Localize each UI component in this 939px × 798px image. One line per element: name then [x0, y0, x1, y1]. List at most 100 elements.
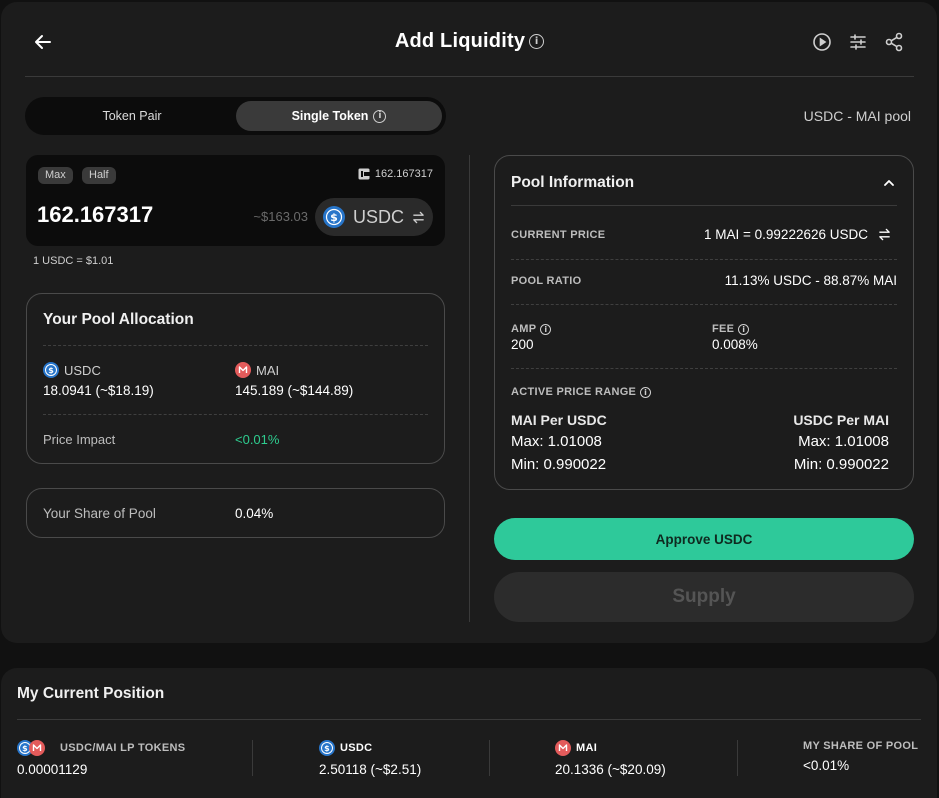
position-column-divider	[737, 740, 738, 776]
svg-text:$: $	[48, 366, 54, 375]
usdc-per-mai-heading: USDC Per MAI	[793, 412, 889, 428]
dashed-divider	[511, 368, 897, 369]
info-icon[interactable]: i	[529, 34, 545, 49]
position-share: MY SHARE OF POOL <0.01%	[803, 740, 918, 773]
tab-single-token-label: Single Token	[291, 109, 369, 123]
info-icon[interactable]: i	[738, 323, 750, 335]
usdc-icon: $	[323, 206, 345, 228]
amount-input[interactable]	[37, 202, 237, 228]
mode-toggle: Token Pair Single Token i	[25, 97, 446, 135]
lp-tokens-label: USDC/MAI LP TOKENS	[60, 742, 186, 754]
wallet-balance-value: 162.167317	[374, 168, 433, 180]
pool-name: USDC - MAI pool	[803, 108, 911, 124]
play-circle-icon[interactable]	[810, 30, 834, 54]
share-icon[interactable]	[882, 30, 906, 54]
position-share-label: MY SHARE OF POOL	[803, 740, 919, 752]
allocation-usdc-symbol: USDC	[64, 362, 101, 378]
active-price-range-label-row: ACTIVE PRICE RANGE i	[511, 386, 652, 398]
max-button[interactable]: Max	[38, 167, 73, 184]
page-title: Add Liquidity	[394, 30, 526, 52]
header: Add Liquidity i	[25, 22, 914, 62]
sliders-icon[interactable]	[846, 30, 870, 54]
price-impact-label: Price Impact	[43, 432, 116, 447]
pool-ratio-value: 11.13% USDC - 88.87% MAI	[724, 273, 897, 288]
dashed-divider	[511, 304, 897, 305]
mai-per-usdc-max: Max: 1.01008	[511, 433, 602, 450]
position-column-divider	[252, 740, 253, 776]
allocation-usdc: $ USDC 18.0941 (~$18.19)	[43, 362, 154, 398]
share-of-pool-value: 0.04%	[235, 506, 274, 521]
approve-usdc-button[interactable]: Approve USDC	[494, 518, 914, 560]
mai-icon	[235, 362, 251, 378]
position-lp-tokens: $ USDC/MAI LP TOKENS 0.00001129	[17, 740, 185, 777]
pool-information-card: Pool Information CURRENT PRICE 1 MAI = 0…	[494, 155, 914, 490]
column-divider	[469, 155, 470, 622]
supply-button[interactable]: Supply	[494, 572, 914, 622]
fee-value: 0.008%	[712, 337, 758, 352]
usdc-per-mai-max: Max: 1.01008	[798, 433, 889, 450]
wallet-balance: 162.167317	[358, 168, 433, 180]
amount-input-card: Max Half 162.167317 ~$163.03 $ USDC	[26, 155, 445, 246]
fee-label: FEE	[712, 323, 735, 335]
allocation-mai-value: 145.189 (~$144.89)	[235, 383, 354, 398]
mai-icon	[555, 740, 571, 756]
allocation-mai-symbol: MAI	[256, 362, 280, 378]
tab-token-pair-label: Token Pair	[102, 109, 162, 123]
allocation-usdc-value: 18.0941 (~$18.19)	[43, 383, 154, 398]
dashed-divider	[43, 414, 428, 415]
svg-text:$: $	[324, 744, 330, 753]
header-actions	[810, 30, 906, 54]
position-usdc: $ USDC 2.50118 (~$2.51)	[319, 740, 421, 777]
exchange-rate-note: 1 USDC = $1.01	[33, 255, 114, 267]
token-selector-label: USDC	[353, 206, 405, 227]
usdc-per-mai-min: Min: 0.990022	[793, 456, 889, 473]
price-impact-value: <0.01%	[235, 432, 280, 447]
usd-estimate: ~$163.03	[253, 209, 308, 224]
page-title-row: Add Liquidity i	[25, 30, 914, 53]
share-of-pool-label: Your Share of Pool	[43, 506, 156, 521]
amp-value: 200	[511, 337, 534, 352]
usdc-icon: $	[43, 362, 59, 378]
current-position-title: My Current Position	[17, 685, 165, 702]
position-usdc-value: 2.50118 (~$2.51)	[319, 762, 422, 777]
swap-icon[interactable]	[878, 228, 891, 241]
position-usdc-label: USDC	[340, 742, 373, 754]
position-mai: MAI 20.1336 (~$20.09)	[555, 740, 666, 777]
current-price-label: CURRENT PRICE	[511, 229, 606, 241]
amp-label-row: AMP i	[511, 323, 552, 335]
current-price-row: 1 MAI = 0.99222626 USDC	[704, 227, 891, 242]
dashed-divider	[43, 345, 428, 346]
info-icon[interactable]: i	[640, 386, 652, 398]
position-mai-label: MAI	[576, 742, 598, 754]
fee-label-row: FEE i	[712, 323, 750, 335]
position-share-value: <0.01%	[803, 758, 850, 773]
tab-token-pair[interactable]: Token Pair	[29, 101, 235, 131]
pool-info-divider	[511, 205, 897, 206]
position-divider	[17, 719, 921, 720]
lp-pair-icon: $	[17, 740, 47, 756]
mai-icon	[29, 740, 45, 756]
allocation-mai: MAI 145.189 (~$144.89)	[235, 362, 353, 398]
position-mai-value: 20.1336 (~$20.09)	[555, 762, 666, 777]
lp-tokens-value: 0.00001129	[17, 762, 88, 777]
svg-text:$: $	[22, 744, 28, 753]
pool-allocation-title: Your Pool Allocation	[43, 311, 194, 328]
pool-allocation-card: Your Pool Allocation $ USDC 18.0941 (~$1…	[26, 293, 445, 464]
amp-label: AMP	[511, 323, 537, 335]
wallet-icon	[358, 168, 370, 180]
half-button[interactable]: Half	[82, 167, 116, 184]
mai-per-usdc-heading: MAI Per USDC	[511, 412, 607, 428]
current-position-card: My Current Position $ USDC/MAI LP TOKENS…	[1, 668, 937, 798]
current-price-value: 1 MAI = 0.99222626 USDC	[704, 227, 868, 242]
tab-single-token[interactable]: Single Token i	[236, 101, 442, 131]
token-selector[interactable]: $ USDC	[315, 198, 433, 236]
info-icon[interactable]: i	[540, 323, 552, 335]
chevron-up-icon[interactable]	[881, 175, 897, 191]
dashed-divider	[511, 259, 897, 260]
active-price-range-label: ACTIVE PRICE RANGE	[511, 386, 637, 398]
position-column-divider	[489, 740, 490, 776]
swap-icon	[413, 211, 424, 223]
pool-information-title: Pool Information	[511, 174, 635, 191]
info-icon[interactable]: i	[373, 109, 387, 123]
add-liquidity-card: Add Liquidity i Token Pair Single Token	[1, 2, 937, 643]
